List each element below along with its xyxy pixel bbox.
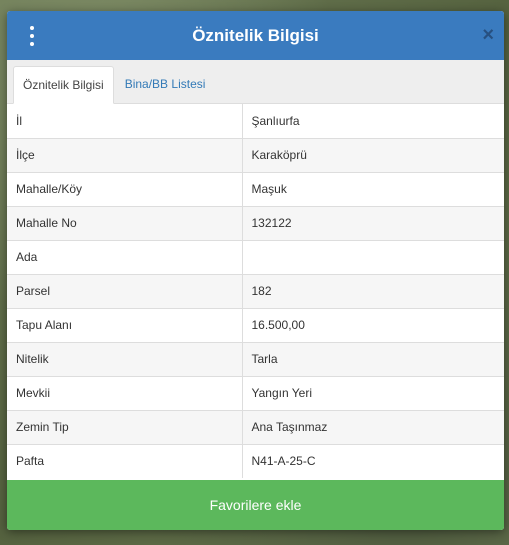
row-value: Ana Taşınmaz — [242, 409, 504, 444]
table-row: İl Şanlıurfa — [7, 104, 504, 138]
table-row: Parsel 182 — [7, 273, 504, 308]
attribute-info-dialog: Öznitelik Bilgisi × Öznitelik Bilgisi Bi… — [7, 11, 504, 530]
table-row: Nitelik Tarla — [7, 341, 504, 376]
row-key: Parsel — [7, 273, 243, 308]
dialog-title: Öznitelik Bilgisi — [192, 25, 319, 45]
row-value: N41-A-25-C — [242, 443, 504, 478]
row-value: Tarla — [242, 341, 504, 376]
row-value: Maşuk — [242, 171, 504, 206]
row-value: 132122 — [242, 205, 504, 240]
row-key: Mevkii — [7, 375, 243, 410]
row-key: Tapu Alanı — [7, 307, 243, 342]
row-key: Zemin Tip — [7, 409, 243, 444]
row-value: 16.500,00 — [242, 307, 504, 342]
tab-building-list[interactable]: Bina/BB Listesi — [114, 65, 215, 103]
row-key: Pafta — [7, 443, 243, 478]
table-row: Mahalle No 132122 — [7, 205, 504, 240]
row-key: Ada — [7, 239, 243, 274]
row-value — [242, 239, 504, 274]
row-value: 182 — [242, 273, 504, 308]
menu-dots-icon[interactable] — [25, 26, 39, 46]
table-row: Mevkii Yangın Yeri — [7, 375, 504, 410]
row-key: İl — [7, 104, 243, 138]
table-row: Tapu Alanı 16.500,00 — [7, 307, 504, 342]
row-key: Nitelik — [7, 341, 243, 376]
row-key: Mahalle No — [7, 205, 243, 240]
table-row: Ada — [7, 239, 504, 274]
tab-bar: Öznitelik Bilgisi Bina/BB Listesi — [7, 60, 504, 104]
row-value: Şanlıurfa — [251, 113, 300, 128]
tab-attribute-info[interactable]: Öznitelik Bilgisi — [13, 66, 114, 104]
table-row: İlçe Karaköprü — [7, 137, 504, 172]
row-value: Yangın Yeri — [242, 375, 504, 410]
table-row: Zemin Tip Ana Taşınmaz — [7, 409, 504, 444]
row-value: Karaköprü — [242, 137, 504, 172]
row-key: Mahalle/Köy — [7, 171, 243, 206]
attribute-table: İl Şanlıurfa İlçe Karaköprü Mahalle/Köy … — [7, 104, 504, 478]
add-to-favorites-button[interactable]: Favorilere ekle — [7, 480, 504, 530]
table-row: Mahalle/Köy Maşuk — [7, 171, 504, 206]
dialog-header: Öznitelik Bilgisi × — [7, 11, 504, 60]
close-icon[interactable]: × — [482, 24, 494, 46]
row-key: İlçe — [7, 137, 243, 172]
table-row: Pafta N41-A-25-C — [7, 443, 504, 478]
